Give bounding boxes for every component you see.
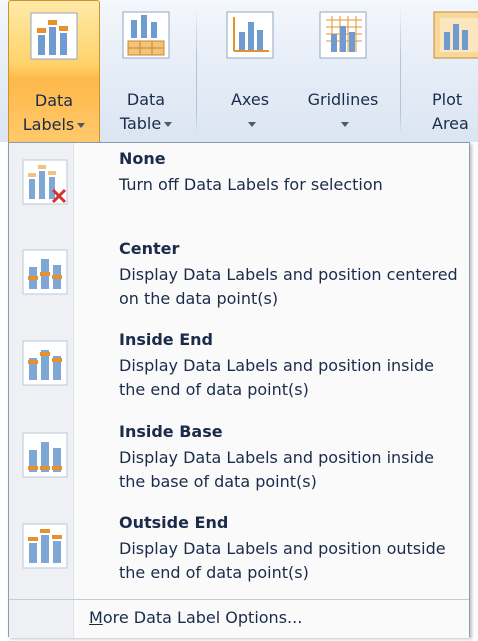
menu-item-none-title: None: [119, 149, 166, 168]
data-labels-line2: Labels: [22, 115, 75, 134]
plot-area-icon: [433, 11, 478, 59]
chevron-down-icon: [247, 122, 256, 127]
accelerator-key: M: [89, 608, 103, 627]
menu-item-outside-end-desc: Display Data Labels and position outside…: [119, 539, 446, 582]
more-data-label-options-label: More Data Label Options...: [89, 608, 302, 627]
axes-icon: [226, 11, 274, 59]
ribbon-separator: [400, 2, 401, 140]
data-table-button[interactable]: Data Table: [102, 0, 190, 142]
data-labels-line1: Data: [34, 91, 74, 110]
menu-item-center[interactable]: Center Display Data Labels and position …: [9, 235, 469, 323]
menu-item-inside-base-desc: Display Data Labels and position inside …: [119, 448, 434, 491]
data-labels-icon: [30, 12, 78, 60]
menu-item-outside-end-title: Outside End: [119, 513, 229, 532]
menu-item-inside-base[interactable]: Inside Base Display Data Labels and posi…: [9, 418, 469, 506]
inside-end-labels-icon: [22, 340, 68, 386]
footer-gutter: [9, 600, 74, 638]
menu-item-outside-end[interactable]: Outside End Display Data Labels and posi…: [9, 509, 469, 597]
plot-area-button[interactable]: Plot Area: [410, 0, 478, 142]
menu-item-none-desc: Turn off Data Labels for selection: [119, 175, 383, 194]
menu-item-inside-end-title: Inside End: [119, 330, 213, 349]
menu-item-inside-end[interactable]: Inside End Display Data Labels and posit…: [9, 326, 469, 414]
no-labels-icon: [22, 159, 68, 205]
center-labels-icon: [22, 249, 68, 295]
menu-item-center-title: Center: [119, 239, 180, 258]
plot-area-line2: Area: [432, 114, 469, 133]
menu-item-inside-end-desc: Display Data Labels and position inside …: [119, 356, 434, 399]
menu-item-inside-base-title: Inside Base: [119, 422, 223, 441]
chevron-down-icon: [340, 122, 349, 127]
data-labels-dropdown: None Turn off Data Labels for selection …: [8, 142, 470, 638]
menu-item-none[interactable]: None Turn off Data Labels for selection: [9, 145, 469, 233]
data-table-icon: [122, 11, 170, 59]
gridlines-button[interactable]: Gridlines: [294, 0, 392, 142]
chevron-down-icon: [164, 122, 173, 127]
gridlines-label: Gridlines: [307, 90, 379, 109]
inside-base-labels-icon: [22, 432, 68, 478]
data-labels-button[interactable]: Data Labels: [8, 0, 100, 142]
chart-layout-ribbon: Data Labels Data Table Axes Gridlines Pl…: [0, 0, 478, 142]
outside-end-labels-icon: [22, 523, 68, 569]
more-data-label-options[interactable]: More Data Label Options...: [9, 599, 469, 638]
ribbon-separator: [196, 2, 197, 140]
plot-area-line1: Plot: [432, 90, 463, 109]
data-table-line1: Data: [126, 90, 166, 109]
chevron-down-icon: [77, 123, 86, 128]
axes-button[interactable]: Axes: [206, 0, 294, 142]
more-options-rest: ore Data Label Options...: [102, 608, 303, 627]
menu-item-center-desc: Display Data Labels and position centere…: [119, 265, 458, 308]
data-table-line2: Table: [119, 114, 162, 133]
axes-label: Axes: [230, 90, 270, 109]
gridlines-icon: [319, 11, 367, 59]
